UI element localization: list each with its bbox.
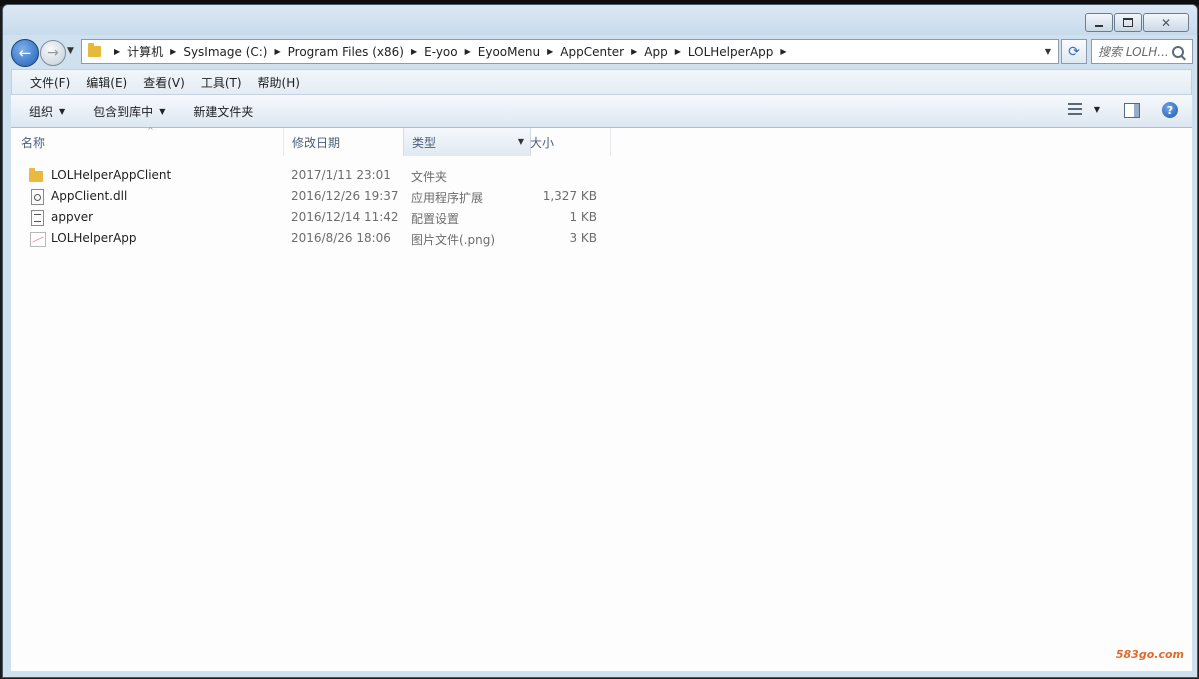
folder-icon bbox=[88, 43, 101, 57]
chevron-right-icon[interactable]: ▶ bbox=[780, 47, 786, 56]
organize-button[interactable]: 组织 ▼ bbox=[19, 103, 75, 120]
include-library-label: 包含到库中 bbox=[93, 104, 154, 119]
file-name[interactable]: AppClient.dll bbox=[51, 189, 127, 203]
recent-locations-dropdown[interactable]: ▼ bbox=[67, 46, 74, 56]
column-header-type[interactable]: 类型 ▼ bbox=[403, 128, 531, 156]
file-date: 2016/12/26 19:37 bbox=[291, 189, 399, 203]
address-history-dropdown[interactable]: ▼ bbox=[1040, 40, 1056, 63]
breadcrumb-app[interactable]: App bbox=[644, 45, 667, 59]
chevron-down-icon: ▼ bbox=[159, 106, 166, 116]
search-input[interactable]: 搜索 LOLH... bbox=[1091, 39, 1193, 64]
chevron-right-icon[interactable]: ▶ bbox=[547, 47, 553, 56]
chevron-right-icon[interactable]: ▶ bbox=[465, 47, 471, 56]
minimize-icon bbox=[1095, 24, 1103, 27]
breadcrumb-appcenter[interactable]: AppCenter bbox=[560, 45, 624, 59]
chevron-right-icon[interactable]: ▶ bbox=[675, 47, 681, 56]
navigation-bar: ← → ▼ ▶ 计算机 ▶ SysImage (C:) ▶ Program Fi… bbox=[3, 37, 1197, 67]
file-row[interactable]: LOLHelperAppClient 2017/1/11 23:01 文件夹 bbox=[11, 165, 611, 186]
file-size: 1 KB bbox=[569, 210, 597, 224]
file-date: 2016/12/14 11:42 bbox=[291, 210, 399, 224]
forward-button[interactable]: → bbox=[40, 40, 66, 66]
search-placeholder: 搜索 LOLH... bbox=[1098, 45, 1169, 59]
column-type-label: 类型 bbox=[412, 135, 437, 150]
chevron-down-icon[interactable]: ▼ bbox=[1094, 105, 1100, 114]
help-icon[interactable]: ? bbox=[1162, 102, 1178, 118]
breadcrumb-eyoomenu[interactable]: EyooMenu bbox=[478, 45, 540, 59]
organize-label: 组织 bbox=[29, 104, 54, 119]
menu-bar: 文件(F) 编辑(E) 查看(V) 工具(T) 帮助(H) bbox=[11, 69, 1192, 95]
back-arrow-icon: ← bbox=[18, 44, 32, 62]
include-in-library-button[interactable]: 包含到库中 ▼ bbox=[83, 103, 175, 120]
column-name-label: 名称 bbox=[21, 135, 46, 150]
chevron-right-icon[interactable]: ▶ bbox=[114, 47, 120, 56]
file-row[interactable]: AppClient.dll 2016/12/26 19:37 应用程序扩展 1,… bbox=[11, 186, 611, 207]
back-button[interactable]: ← bbox=[11, 39, 39, 67]
file-type: 文件夹 bbox=[411, 170, 448, 184]
menu-help[interactable]: 帮助(H) bbox=[250, 74, 308, 91]
file-name[interactable]: appver bbox=[51, 210, 93, 224]
image-file-icon bbox=[30, 232, 46, 247]
chevron-right-icon[interactable]: ▶ bbox=[411, 47, 417, 56]
column-date-label: 修改日期 bbox=[292, 135, 341, 150]
breadcrumb-lolhelperapp[interactable]: LOLHelperApp bbox=[688, 45, 774, 59]
file-row[interactable]: LOLHelperApp 2016/8/26 18:06 图片文件(.png) … bbox=[11, 228, 611, 249]
caption-buttons: ✕ bbox=[1084, 13, 1189, 32]
column-header-date[interactable]: 修改日期 bbox=[283, 128, 411, 156]
dll-file-icon bbox=[31, 189, 44, 205]
file-size: 1,327 KB bbox=[542, 189, 597, 203]
chevron-down-icon: ▼ bbox=[59, 106, 66, 116]
command-bar: 组织 ▼ 包含到库中 ▼ 新建文件夹 ▼ ? bbox=[11, 95, 1192, 128]
file-type: 配置设置 bbox=[411, 212, 460, 226]
chevron-right-icon[interactable]: ▶ bbox=[631, 47, 637, 56]
chevron-right-icon[interactable]: ▶ bbox=[170, 47, 176, 56]
file-name[interactable]: LOLHelperAppClient bbox=[51, 168, 171, 182]
change-view-button[interactable]: ▼ bbox=[1067, 103, 1100, 115]
file-list: ^ 名称 修改日期 类型 ▼ 大小 LOLHelperAppClient 201… bbox=[11, 126, 1192, 671]
file-type: 图片文件(.png) bbox=[411, 233, 496, 247]
close-button[interactable]: ✕ bbox=[1143, 13, 1189, 32]
folder-icon bbox=[29, 168, 43, 182]
menu-tools[interactable]: 工具(T) bbox=[193, 74, 250, 91]
forward-arrow-icon: → bbox=[47, 45, 59, 61]
column-header-name[interactable]: 名称 bbox=[11, 128, 293, 156]
maximize-button[interactable] bbox=[1114, 13, 1142, 32]
config-file-icon bbox=[31, 210, 44, 226]
watermark-logo: 583go.com bbox=[1115, 648, 1184, 661]
file-type: 应用程序扩展 bbox=[411, 191, 484, 205]
chevron-right-icon[interactable]: ▶ bbox=[274, 47, 280, 56]
menu-view[interactable]: 查看(V) bbox=[135, 74, 193, 91]
column-header-size[interactable]: 大小 bbox=[522, 128, 611, 156]
title-bar: ✕ bbox=[3, 5, 1197, 35]
close-icon: ✕ bbox=[1160, 15, 1172, 30]
explorer-window: ✕ ← → ▼ ▶ 计算机 ▶ SysImage (C:) ▶ Program … bbox=[2, 4, 1198, 678]
breadcrumb-computer[interactable]: 计算机 bbox=[127, 43, 163, 60]
refresh-button[interactable]: ⟳ bbox=[1061, 39, 1087, 64]
breadcrumb-program-files[interactable]: Program Files (x86) bbox=[288, 45, 404, 59]
breadcrumb-e-yoo[interactable]: E-yoo bbox=[424, 45, 458, 59]
breadcrumb-drive[interactable]: SysImage (C:) bbox=[183, 45, 267, 59]
file-date: 2017/1/11 23:01 bbox=[291, 168, 391, 182]
new-folder-label: 新建文件夹 bbox=[193, 104, 254, 119]
file-size: 3 KB bbox=[569, 231, 597, 245]
menu-edit[interactable]: 编辑(E) bbox=[78, 74, 135, 91]
minimize-button[interactable] bbox=[1085, 13, 1113, 32]
search-icon[interactable] bbox=[1172, 45, 1184, 58]
refresh-icon: ⟳ bbox=[1068, 43, 1080, 60]
new-folder-button[interactable]: 新建文件夹 bbox=[183, 103, 263, 120]
address-bar[interactable]: ▶ 计算机 ▶ SysImage (C:) ▶ Program Files (x… bbox=[81, 39, 1059, 64]
column-size-label: 大小 bbox=[530, 135, 555, 150]
preview-pane-icon[interactable] bbox=[1124, 103, 1140, 118]
file-name[interactable]: LOLHelperApp bbox=[51, 231, 137, 245]
file-date: 2016/8/26 18:06 bbox=[291, 231, 391, 245]
file-row[interactable]: appver 2016/12/14 11:42 配置设置 1 KB bbox=[11, 207, 611, 228]
menu-file[interactable]: 文件(F) bbox=[22, 74, 78, 91]
details-view-icon bbox=[1067, 103, 1082, 115]
maximize-icon bbox=[1123, 18, 1133, 27]
